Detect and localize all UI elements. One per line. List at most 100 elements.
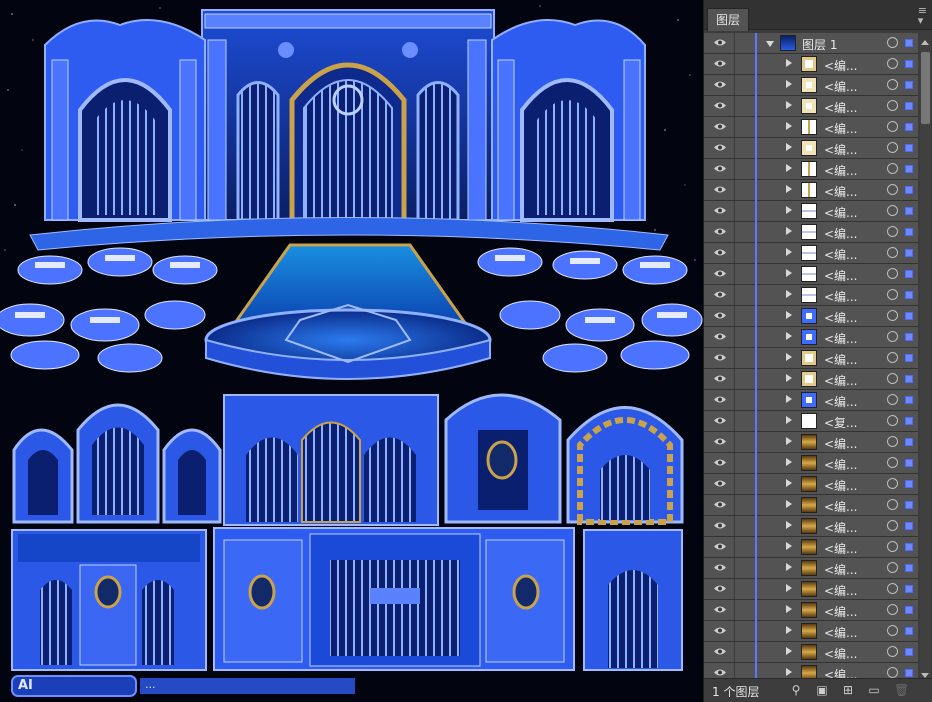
sublayer-row[interactable]: <编...: [704, 390, 918, 411]
lock-column[interactable]: [734, 432, 735, 452]
selection-square-icon[interactable]: [905, 81, 913, 89]
selection-square-icon[interactable]: [905, 39, 913, 47]
sublayer-row[interactable]: <编...: [704, 348, 918, 369]
target-circle-icon[interactable]: [887, 289, 898, 300]
target-circle-icon[interactable]: [887, 268, 898, 279]
delete-layer-icon[interactable]: 🗑: [894, 684, 909, 696]
lock-column[interactable]: [734, 222, 735, 242]
visibility-eye-icon[interactable]: [714, 101, 726, 110]
visibility-eye-icon[interactable]: [714, 59, 726, 68]
sublayer-row[interactable]: <编...: [704, 54, 918, 75]
visibility-eye-icon[interactable]: [714, 269, 726, 278]
sublayer-row[interactable]: <编...: [704, 558, 918, 579]
layers-tab[interactable]: 图层: [707, 8, 750, 31]
lock-column[interactable]: [734, 180, 735, 200]
selection-square-icon[interactable]: [905, 228, 913, 236]
target-circle-icon[interactable]: [887, 646, 898, 657]
selection-square-icon[interactable]: [905, 60, 913, 68]
visibility-eye-icon[interactable]: [714, 647, 726, 656]
expand-arrow-icon[interactable]: [786, 500, 792, 508]
selection-square-icon[interactable]: [905, 333, 913, 341]
visibility-eye-icon[interactable]: [714, 38, 726, 47]
lock-column[interactable]: [734, 75, 735, 95]
target-circle-icon[interactable]: [887, 163, 898, 174]
target-circle-icon[interactable]: [887, 415, 898, 426]
lock-column[interactable]: [734, 621, 735, 641]
lock-column[interactable]: [734, 537, 735, 557]
sublayer-row[interactable]: <编...: [704, 432, 918, 453]
selection-square-icon[interactable]: [905, 144, 913, 152]
expand-arrow-icon[interactable]: [786, 395, 792, 403]
selection-square-icon[interactable]: [905, 564, 913, 572]
new-sublayer-icon[interactable]: ⊞: [842, 684, 854, 696]
collapse-arrow-icon[interactable]: [766, 41, 774, 47]
visibility-eye-icon[interactable]: [714, 458, 726, 467]
sublayer-row[interactable]: <编...: [704, 537, 918, 558]
visibility-eye-icon[interactable]: [714, 374, 726, 383]
lock-column[interactable]: [734, 411, 735, 431]
visibility-eye-icon[interactable]: [714, 542, 726, 551]
target-circle-icon[interactable]: [887, 100, 898, 111]
target-circle-icon[interactable]: [887, 226, 898, 237]
expand-arrow-icon[interactable]: [786, 248, 792, 256]
visibility-eye-icon[interactable]: [714, 164, 726, 173]
visibility-eye-icon[interactable]: [714, 668, 726, 677]
artboard-canvas[interactable]: AI ...: [0, 0, 703, 702]
sublayer-row[interactable]: <编...: [704, 495, 918, 516]
target-circle-icon[interactable]: [887, 478, 898, 489]
selection-square-icon[interactable]: [905, 312, 913, 320]
sublayer-row[interactable]: <编...: [704, 621, 918, 642]
lock-column[interactable]: [734, 348, 735, 368]
lock-column[interactable]: [734, 327, 735, 347]
sublayer-row[interactable]: <编...: [704, 327, 918, 348]
lock-column[interactable]: [734, 264, 735, 284]
lock-column[interactable]: [734, 96, 735, 116]
target-circle-icon[interactable]: [887, 58, 898, 69]
expand-arrow-icon[interactable]: [786, 227, 792, 235]
sublayer-row[interactable]: <编...: [704, 663, 918, 678]
expand-arrow-icon[interactable]: [786, 416, 792, 424]
expand-arrow-icon[interactable]: [786, 80, 792, 88]
sublayer-row[interactable]: <编...: [704, 285, 918, 306]
expand-arrow-icon[interactable]: [786, 332, 792, 340]
visibility-eye-icon[interactable]: [714, 395, 726, 404]
sublayer-row[interactable]: <编...: [704, 159, 918, 180]
target-circle-icon[interactable]: [887, 499, 898, 510]
target-circle-icon[interactable]: [887, 436, 898, 447]
selection-square-icon[interactable]: [905, 417, 913, 425]
visibility-eye-icon[interactable]: [714, 185, 726, 194]
panel-menu-icon[interactable]: ≡ ▾: [918, 5, 927, 26]
target-circle-icon[interactable]: [887, 352, 898, 363]
sublayer-row[interactable]: <编...: [704, 138, 918, 159]
sublayer-row[interactable]: <编...: [704, 264, 918, 285]
lock-column[interactable]: [734, 663, 735, 678]
target-circle-icon[interactable]: [887, 247, 898, 258]
sublayer-row[interactable]: <复...: [704, 411, 918, 432]
lock-column[interactable]: [734, 201, 735, 221]
sublayer-row[interactable]: <编...: [704, 516, 918, 537]
selection-square-icon[interactable]: [905, 648, 913, 656]
expand-arrow-icon[interactable]: [786, 605, 792, 613]
layer-row-main[interactable]: 图层 1: [704, 33, 918, 54]
expand-arrow-icon[interactable]: [786, 668, 792, 676]
sublayer-row[interactable]: <编...: [704, 453, 918, 474]
selection-square-icon[interactable]: [905, 396, 913, 404]
expand-arrow-icon[interactable]: [786, 290, 792, 298]
selection-square-icon[interactable]: [905, 522, 913, 530]
visibility-eye-icon[interactable]: [714, 500, 726, 509]
visibility-eye-icon[interactable]: [714, 437, 726, 446]
clipping-mask-icon[interactable]: ▣: [816, 684, 828, 696]
expand-arrow-icon[interactable]: [786, 101, 792, 109]
scroll-up-icon[interactable]: [921, 40, 929, 45]
lock-column[interactable]: [734, 516, 735, 536]
sublayer-row[interactable]: <编...: [704, 600, 918, 621]
sublayer-row[interactable]: <编...: [704, 222, 918, 243]
selection-square-icon[interactable]: [905, 123, 913, 131]
sublayer-row[interactable]: <编...: [704, 243, 918, 264]
expand-arrow-icon[interactable]: [786, 626, 792, 634]
target-circle-icon[interactable]: [887, 373, 898, 384]
selection-square-icon[interactable]: [905, 165, 913, 173]
expand-arrow-icon[interactable]: [786, 143, 792, 151]
lock-column[interactable]: [734, 138, 735, 158]
lock-column[interactable]: [734, 54, 735, 74]
